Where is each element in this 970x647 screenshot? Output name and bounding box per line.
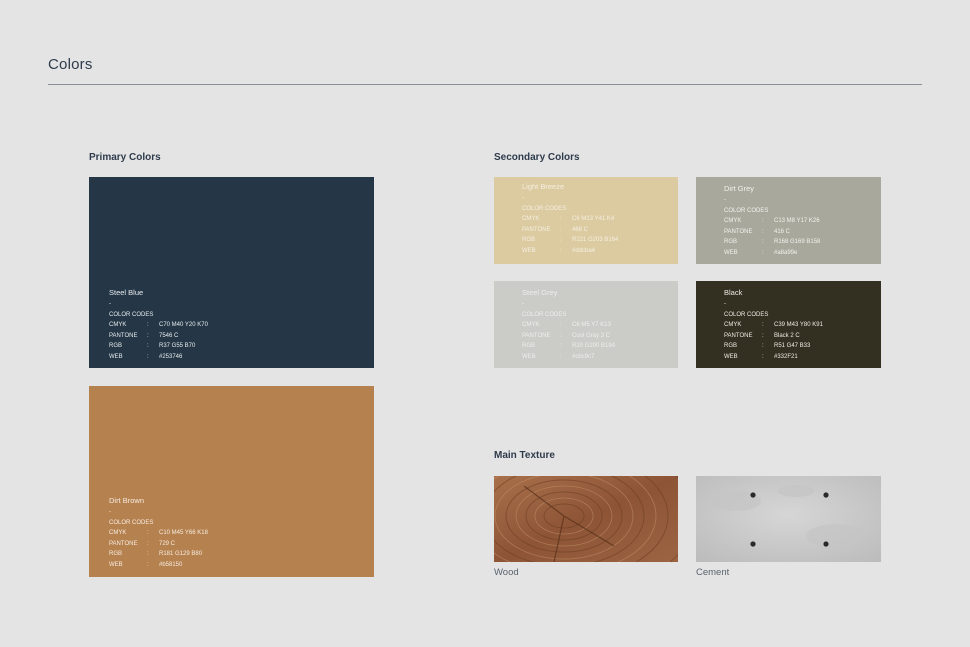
code-row-rgb: RGB: R20 G200 B194 <box>522 343 616 350</box>
color-codes-label: COLOR CODES <box>109 519 154 526</box>
code-row-pantone: PANTONE:468 C <box>522 226 589 233</box>
color-codes-label: COLOR CODES <box>724 207 769 214</box>
code-row-cmyk: CMYK: C39 M43 Y80 K91 <box>724 322 823 329</box>
color-codes-label: COLOR CODES <box>522 205 567 212</box>
swatch-dash: - <box>109 301 111 307</box>
swatch-name: Steel Grey <box>522 288 558 297</box>
code-row-pantone: PANTONE:416 C <box>724 228 791 235</box>
swatch-steel-blue: Steel Blue - COLOR CODES CMYK: C70 M40 Y2… <box>89 177 374 368</box>
cement-texture-image <box>696 476 881 562</box>
code-row-pantone: PANTONE: Cool Gray 3 C <box>522 332 611 339</box>
cement-texture-icon <box>696 476 881 562</box>
swatch-dash: - <box>724 301 726 307</box>
title-divider <box>48 84 922 85</box>
swatch-info: Black - COLOR CODES CMYK: C39 M43 Y80 K91… <box>724 287 823 363</box>
color-codes-label: COLOR CODES <box>522 311 567 318</box>
code-row-pantone: PANTONE:7546 C <box>109 332 179 339</box>
code-row-pantone: PANTONE: Black 2 C <box>724 332 800 339</box>
swatch-name: Dirt Brown <box>109 496 145 505</box>
wood-texture-icon <box>494 476 678 562</box>
secondary-colors-heading: Secondary Colors <box>494 152 580 163</box>
swatch-dirt-brown: Dirt Brown - COLOR CODES CMYK: C10 M45 Y6… <box>89 386 374 577</box>
swatch-dirt-grey: Dirt Grey - COLOR CODES CMYK: C13 M8 Y17 … <box>696 177 881 264</box>
swatch-name: Steel Blue <box>109 288 144 297</box>
code-row-rgb: RGB: R181 G129 B80 <box>109 551 203 558</box>
color-codes-label: COLOR CODES <box>724 311 769 318</box>
code-row-cmyk: CMYK: C10 M45 Y66 K18 <box>109 530 208 537</box>
swatch-info: Steel Blue - COLOR CODES CMYK: C70 M40 Y2… <box>109 287 208 363</box>
swatch-info: Dirt Brown - COLOR CODES CMYK: C10 M45 Y6… <box>109 495 208 571</box>
swatch-steel-grey: Steel Grey - COLOR CODES CMYK: C6 M5 Y7 K… <box>494 281 678 368</box>
swatch-info: Light Breeze - COLOR CODES CMYK: C6 M13 Y… <box>522 181 618 257</box>
swatch-dash: - <box>522 195 524 201</box>
swatch-dash: - <box>109 509 111 515</box>
code-row-rgb: RGB: R51 G47 B33 <box>724 343 811 350</box>
code-row-web: WEB: #b58150 <box>109 561 183 568</box>
code-row-cmyk: CMYK: C6 M5 Y7 K13 <box>522 322 611 329</box>
code-row-pantone: PANTONE:729 C <box>109 540 176 547</box>
code-row-web: WEB: #ddcba4 <box>522 247 596 254</box>
code-row-web: WEB: #a8a99e <box>724 249 798 256</box>
texture-label-cement: Cement <box>696 567 730 578</box>
main-texture-heading: Main Texture <box>494 450 555 461</box>
code-row-web: WEB: #332F21 <box>724 353 798 360</box>
swatch-black: Black - COLOR CODES CMYK: C39 M43 Y80 K91… <box>696 281 881 368</box>
swatch-dash: - <box>724 197 726 203</box>
swatch-info: Dirt Grey - COLOR CODES CMYK: C13 M8 Y17 … <box>724 183 820 259</box>
swatch-name: Dirt Grey <box>724 184 754 193</box>
swatch-light-breeze: Light Breeze - COLOR CODES CMYK: C6 M13 Y… <box>494 177 678 264</box>
page-title: Colors <box>48 56 93 73</box>
wood-texture-image <box>494 476 678 562</box>
primary-colors-heading: Primary Colors <box>89 152 161 163</box>
code-row-rgb: RGB: R37 G55 B70 <box>109 343 196 350</box>
code-row-cmyk: CMYK: C70 M40 Y20 K70 <box>109 322 208 329</box>
swatch-dash: - <box>522 301 524 307</box>
swatch-name: Black <box>724 288 743 297</box>
swatch-name: Light Breeze <box>522 182 565 191</box>
swatch-info: Steel Grey - COLOR CODES CMYK: C6 M5 Y7 K… <box>522 287 615 363</box>
code-row-web: WEB: #253746 <box>109 353 183 360</box>
code-row-cmyk: CMYK: C6 M13 Y41 K4 <box>522 216 615 223</box>
texture-label-wood: Wood <box>494 567 519 578</box>
code-row-cmyk: CMYK: C13 M8 Y17 K26 <box>724 218 820 225</box>
code-row-rgb: RGB: R221 G203 B164 <box>522 237 619 244</box>
code-row-rgb: RGB: R168 G169 B158 <box>724 239 821 246</box>
code-row-web: WEB: #cbc9c7 <box>522 353 595 360</box>
color-codes-label: COLOR CODES <box>109 311 154 318</box>
